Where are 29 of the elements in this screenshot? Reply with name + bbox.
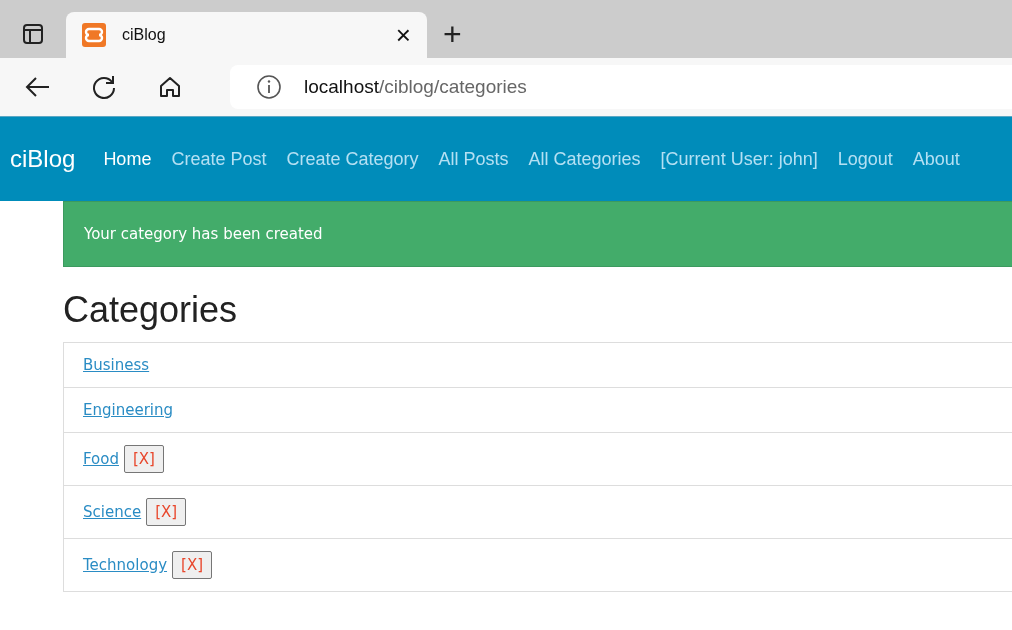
nav-link[interactable]: Create Category xyxy=(286,148,419,170)
category-link[interactable]: Business xyxy=(83,356,150,374)
site-brand-link[interactable]: ciBlog xyxy=(0,145,104,173)
nav-link[interactable]: Create Post xyxy=(171,148,267,170)
close-tab-button[interactable]: × xyxy=(391,22,415,48)
nav-link[interactable]: [Current User: john] xyxy=(660,148,818,170)
category-link[interactable]: Food xyxy=(83,450,119,468)
nav-link[interactable]: Logout xyxy=(837,148,893,170)
new-tab-button[interactable]: + xyxy=(439,18,466,50)
nav-link[interactable]: Home xyxy=(103,148,152,170)
category-link[interactable]: Technology xyxy=(83,556,168,574)
reload-icon[interactable] xyxy=(90,73,118,101)
info-icon[interactable] xyxy=(256,74,282,100)
category-link[interactable]: Science xyxy=(83,503,142,521)
sidebar-icon[interactable] xyxy=(22,23,44,45)
delete-button[interactable]: [X] xyxy=(124,445,164,473)
nav-link[interactable]: All Posts xyxy=(438,148,509,170)
page-heading: Categories xyxy=(63,289,239,331)
tab-title: ciBlog xyxy=(122,26,167,44)
address-bar[interactable]: localhost/ciblog/categories xyxy=(230,65,1012,109)
nav-link[interactable]: All Categories xyxy=(528,148,641,170)
nav-link[interactable]: About xyxy=(912,148,960,170)
category-link[interactable]: Engineering xyxy=(83,401,173,419)
success-alert: Your category has been created xyxy=(63,201,1012,267)
app-logo-icon xyxy=(82,23,106,47)
browser-tab[interactable]: ciBlog × xyxy=(66,12,427,58)
delete-button[interactable]: [X] xyxy=(146,498,187,526)
delete-button[interactable]: [X] xyxy=(172,551,212,579)
url-text: localhost/ciblog/categories xyxy=(304,76,527,98)
